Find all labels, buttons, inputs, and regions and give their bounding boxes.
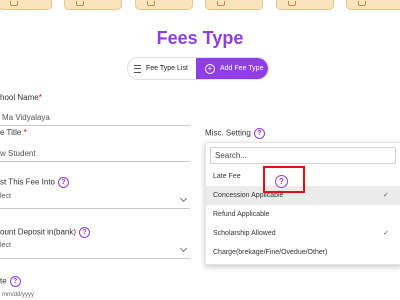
misc-setting-dropdown: Late Fee Concession Applicable ✓ Refund … (205, 142, 400, 265)
fee-title-label-text: e Title (0, 128, 22, 137)
account-deposit-label: ount Deposit in(bank)? (0, 227, 91, 238)
view-toggle: Fee Type List + Add Fee Type (127, 57, 269, 80)
dropdown-search-input[interactable] (210, 147, 396, 164)
add-fee-type-label: Add Fee Type (220, 65, 264, 72)
date-label: te? (0, 276, 21, 287)
help-icon[interactable]: ? (58, 177, 69, 188)
post-fee-into-select[interactable]: lect (0, 193, 11, 200)
list-icon (134, 64, 141, 73)
date-label-text: te (0, 276, 7, 286)
fee-title-label: e Title * (0, 128, 27, 137)
option-label: Concession Applicable (213, 192, 284, 199)
help-icon[interactable]: ? (9, 276, 21, 287)
tab-icon (10, 1, 18, 6)
post-fee-into-underline (0, 208, 190, 209)
required-mark: * (23, 128, 27, 137)
misc-setting-label: Misc. Setting? (205, 128, 265, 139)
plus-circle-icon: + (205, 63, 215, 74)
fee-type-list-label: Fee Type List (146, 65, 188, 72)
tab-icon (147, 1, 155, 6)
top-tab-2[interactable] (64, 0, 122, 10)
top-tab-5[interactable] (276, 0, 334, 10)
date-input[interactable]: mm/dd/yyyy (2, 292, 34, 298)
tab-icon (76, 1, 84, 6)
option-label: Charge(brekage/Fine/Ovedue/Other) (213, 249, 328, 256)
account-deposit-select[interactable]: lect (0, 242, 11, 249)
account-deposit-label-text: ount Deposit in(bank) (0, 227, 77, 237)
help-icon[interactable]: ? (253, 128, 265, 139)
account-deposit-underline (0, 258, 190, 259)
option-label: Late Fee (213, 173, 241, 180)
top-tab-1[interactable] (0, 0, 52, 10)
dropdown-option-refund-applicable[interactable]: Refund Applicable (206, 205, 400, 224)
add-fee-type-tab[interactable]: + Add Fee Type (196, 58, 268, 79)
top-tab-strip (0, 0, 400, 12)
dropdown-option-scholarship-allowed[interactable]: Scholarship Allowed ✓ (206, 224, 400, 243)
page-title: Fees Type (156, 28, 244, 48)
top-tab-4[interactable] (205, 0, 263, 10)
post-fee-into-label-text: st This Fee Into (0, 177, 55, 187)
tab-icon (217, 1, 225, 6)
school-name-value[interactable]: Ma Vidyalaya (2, 113, 50, 122)
dropdown-option-charge[interactable]: Charge(brekage/Fine/Ovedue/Other) (206, 243, 400, 262)
check-icon: ✓ (383, 230, 389, 237)
tab-icon (288, 1, 296, 6)
misc-setting-label-text: Misc. Setting (205, 128, 251, 138)
help-icon-overlay[interactable]: ? (275, 175, 288, 188)
top-tab-3[interactable] (135, 0, 193, 10)
school-name-underline (0, 125, 190, 126)
option-label: Scholarship Allowed (213, 230, 276, 237)
fee-type-list-tab[interactable]: Fee Type List (128, 58, 196, 79)
fee-title-underline (0, 161, 190, 162)
school-name-label: hool Name* (0, 93, 42, 102)
check-icon: ✓ (383, 192, 389, 199)
help-icon[interactable]: ? (79, 227, 91, 238)
required-mark: * (38, 93, 42, 102)
post-fee-into-label: st This Fee Into? (0, 177, 69, 188)
chevron-down-icon[interactable] (179, 244, 188, 253)
top-tab-6[interactable] (346, 0, 400, 10)
fee-title-input[interactable]: w Student (0, 149, 36, 158)
option-label: Refund Applicable (213, 211, 270, 218)
school-name-label-text: hool Name (0, 93, 39, 102)
tab-icon (358, 1, 366, 6)
chevron-down-icon[interactable] (179, 194, 188, 203)
